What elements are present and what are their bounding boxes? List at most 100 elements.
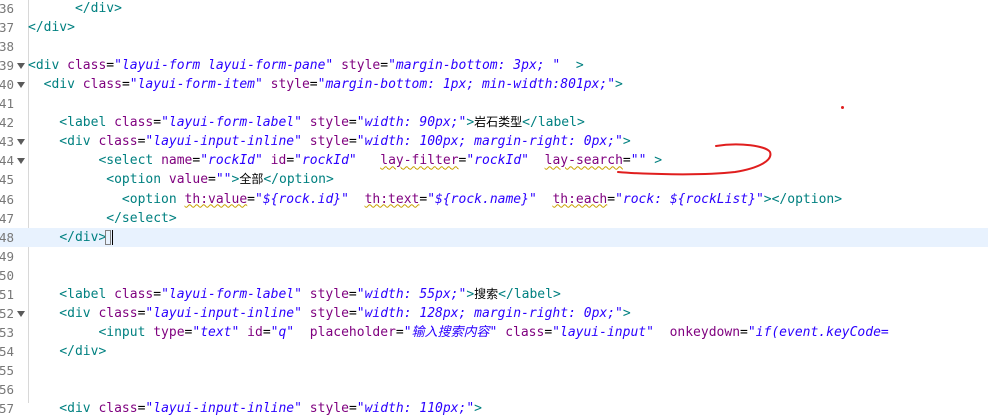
line-number: 54 (0, 343, 14, 359)
code-token: "输入搜索内容" (403, 324, 498, 340)
code-token: lay-filter (380, 153, 459, 169)
code-line[interactable]: 39 <div class="layui-form layui-form-pane… (0, 56, 988, 75)
code-token: style (309, 305, 349, 321)
line-number: 36 (0, 1, 14, 16)
code-token: </label> (522, 115, 585, 131)
code-token: "" (215, 172, 232, 188)
code-token: "width: 100px; margin-right: 0px;" (356, 134, 623, 150)
code-token: = (395, 324, 404, 340)
code-line[interactable]: 36 </div> (0, 0, 988, 18)
code-token: ; " (536, 58, 561, 74)
code-token: = (622, 153, 631, 169)
code-line[interactable]: 43 <div class = "layui-input-inline" style… (0, 132, 988, 151)
code-token: <div (28, 305, 99, 321)
code-token: th:each (552, 191, 608, 207)
code-token: "rock: ${rockList}" (615, 191, 764, 207)
code-token: "rockId" (466, 153, 529, 169)
text-cursor (112, 229, 114, 245)
code-token: onkeydown (669, 324, 741, 340)
code-token: = (286, 153, 295, 169)
code-line[interactable]: 48 </div> (0, 227, 988, 247)
code-line[interactable]: 40 <div class="layui-form-item" style="m… (0, 75, 988, 94)
bracket-match-box (105, 229, 112, 245)
code-token: class (82, 77, 122, 93)
line-number: 41 (0, 96, 14, 112)
code-token: > (622, 134, 631, 150)
line-number: 55 (0, 362, 14, 378)
code-token: ></option> (763, 191, 843, 207)
code-line[interactable]: 37 </div> (0, 18, 988, 37)
fold-toggle-icon[interactable] (17, 139, 25, 146)
code-token: </div> (59, 229, 107, 245)
code-line[interactable]: 42 <label class="layui-form-label" style… (0, 113, 988, 132)
code-line[interactable]: 45 <option value="">全部</option> (0, 170, 988, 189)
code-token: lay-search (544, 153, 623, 169)
code-text: <div class="layui-input-inline" style="w… (28, 399, 482, 418)
code-token: id (247, 324, 263, 340)
code-token: 岩石类型 (474, 115, 523, 130)
code-token: <div (28, 77, 83, 93)
code-line[interactable]: 53 <input type="text" id="q" placeholder… (0, 323, 988, 342)
code-token: > (622, 305, 631, 321)
code-line[interactable]: 57 <div class="layui-input-inline" style… (0, 399, 988, 418)
line-number: 42 (0, 115, 14, 131)
code-text: <select name="rockId" id="rockId" lay-fi… (28, 151, 662, 170)
fold-toggle-icon[interactable] (17, 63, 25, 70)
code-line[interactable]: 55 (0, 361, 988, 380)
line-number: 51 (0, 286, 14, 302)
code-token: "layui-form-label" (161, 286, 302, 302)
code-token: class (67, 58, 107, 74)
code-token: = (309, 77, 318, 93)
code-line[interactable]: 52 <div class = "layui-input-inline" style… (0, 304, 988, 323)
code-token: </div> (74, 1, 122, 16)
code-line[interactable]: 41 (0, 94, 988, 113)
code-line[interactable]: 38 (0, 37, 988, 56)
code-token: </div> (59, 343, 107, 359)
code-token: <div (28, 401, 99, 417)
fold-toggle-icon[interactable] (17, 158, 25, 165)
code-text: <option th:value="${rock.id}" th:text="$… (28, 190, 842, 209)
code-line[interactable]: 56 (0, 380, 988, 399)
code-token: style (309, 115, 349, 131)
line-number: 39 (0, 58, 14, 74)
code-token: = (208, 172, 216, 188)
code-line[interactable]: 46 <option th:value="${rock.id}" th:text… (0, 190, 988, 209)
code-token: = (153, 115, 162, 131)
line-number: 40 (0, 77, 14, 93)
code-line[interactable]: 50 (0, 266, 988, 285)
code-token: "width: 110px;" (356, 401, 475, 417)
code-token: style (341, 58, 381, 74)
code-token: 全部 (239, 172, 264, 187)
fold-toggle-icon[interactable] (17, 310, 25, 317)
code-line[interactable]: 54 </div> (0, 342, 988, 361)
code-line[interactable]: 44 <select name="rockId" id="rockId" lay… (0, 151, 988, 170)
code-token: "layui-input-inline" (145, 305, 302, 321)
code-token: = (137, 401, 146, 417)
code-token: class (98, 401, 138, 417)
line-number: 47 (0, 210, 14, 226)
code-line[interactable]: 47 </select> (0, 209, 988, 228)
code-token: 搜索 (474, 286, 499, 301)
code-token: <option (28, 172, 169, 188)
code-line[interactable]: 51 <label class="layui-form-label" style… (0, 285, 988, 304)
code-line[interactable]: 49 (0, 247, 988, 266)
code-text: <div class="layui-form-item" style="marg… (28, 75, 623, 94)
code-token: "rockId" (200, 153, 263, 169)
fold-toggle-icon[interactable] (17, 82, 25, 89)
code-token: </label> (498, 286, 561, 302)
code-token: <div (28, 58, 68, 74)
code-token: = (262, 324, 271, 340)
code-token: > (474, 401, 482, 417)
code-token: "layui-form layui-form-pane" (114, 58, 334, 74)
line-number: 46 (0, 191, 14, 207)
code-token: style (309, 134, 349, 150)
code-token: = (348, 134, 357, 150)
code-token: 3px (513, 58, 537, 74)
